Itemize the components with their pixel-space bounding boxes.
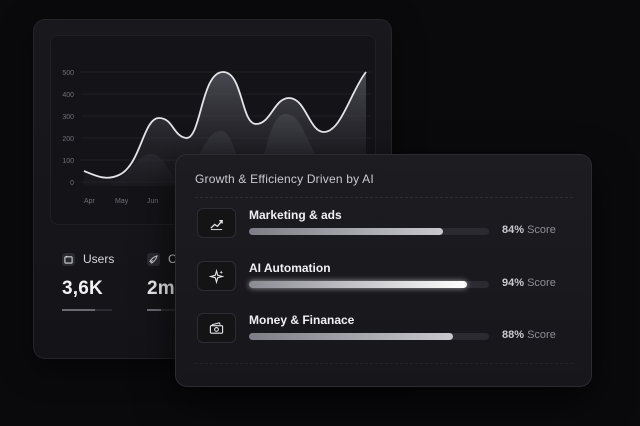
stat-progress-fill <box>62 309 95 311</box>
y-tick-label: 100 <box>62 158 74 165</box>
stat-users: Users 3,6K <box>62 252 114 311</box>
x-tick-label: Jun <box>147 198 158 205</box>
metric-score-label: Score <box>527 277 556 289</box>
metric-track <box>249 228 489 235</box>
metric-score: 84% Score <box>502 224 556 236</box>
metric-name: Money & Finanace <box>249 313 355 327</box>
metric-score: 94% Score <box>502 277 556 289</box>
stat-progress <box>147 309 175 311</box>
rocket-icon <box>147 252 160 266</box>
metric-name: AI Automation <box>249 261 331 275</box>
divider <box>195 197 573 198</box>
metric-percent: 88% <box>502 329 525 341</box>
stat-value: 3,6K <box>62 278 103 299</box>
y-tick-label: 300 <box>62 114 74 121</box>
stat-progress-fill <box>147 309 161 311</box>
metric-money: Money & Finanace 88% Score <box>197 313 577 343</box>
metric-name: Marketing & ads <box>249 208 342 222</box>
x-tick-label: May <box>115 198 129 205</box>
metric-fill <box>249 281 468 288</box>
metric-automation: AI Automation 94% Score <box>197 261 577 291</box>
metric-marketing: Marketing & ads 84% Score <box>197 208 577 238</box>
stat-progress <box>62 309 112 311</box>
trend-up-icon <box>197 208 236 238</box>
stat-label: Users <box>83 252 115 266</box>
metric-fill <box>249 228 444 235</box>
metric-score: 88% Score <box>502 329 556 341</box>
metric-score-label: Score <box>527 329 556 341</box>
metric-track <box>249 281 489 288</box>
metric-fill <box>249 333 453 340</box>
stat-value: 2m <box>147 278 175 299</box>
metric-percent: 94% <box>502 277 525 289</box>
y-tick-label: 200 <box>62 136 74 143</box>
metric-percent: 84% <box>502 224 525 236</box>
growth-card: Growth & Efficiency Driven by AI Marketi… <box>175 154 592 387</box>
y-tick-label: 0 <box>70 180 74 187</box>
metric-track <box>249 333 489 340</box>
metric-score-label: Score <box>527 224 556 236</box>
stat-secondary: C 2m <box>147 252 177 311</box>
y-tick-label: 400 <box>62 92 74 99</box>
banknote-icon <box>197 313 236 343</box>
card-title: Growth & Efficiency Driven by AI <box>195 172 374 186</box>
y-tick-label: 500 <box>62 70 74 77</box>
folder-icon <box>62 252 75 266</box>
divider <box>195 363 573 364</box>
x-tick-label: Apr <box>84 198 96 205</box>
sparkles-icon <box>197 261 236 291</box>
